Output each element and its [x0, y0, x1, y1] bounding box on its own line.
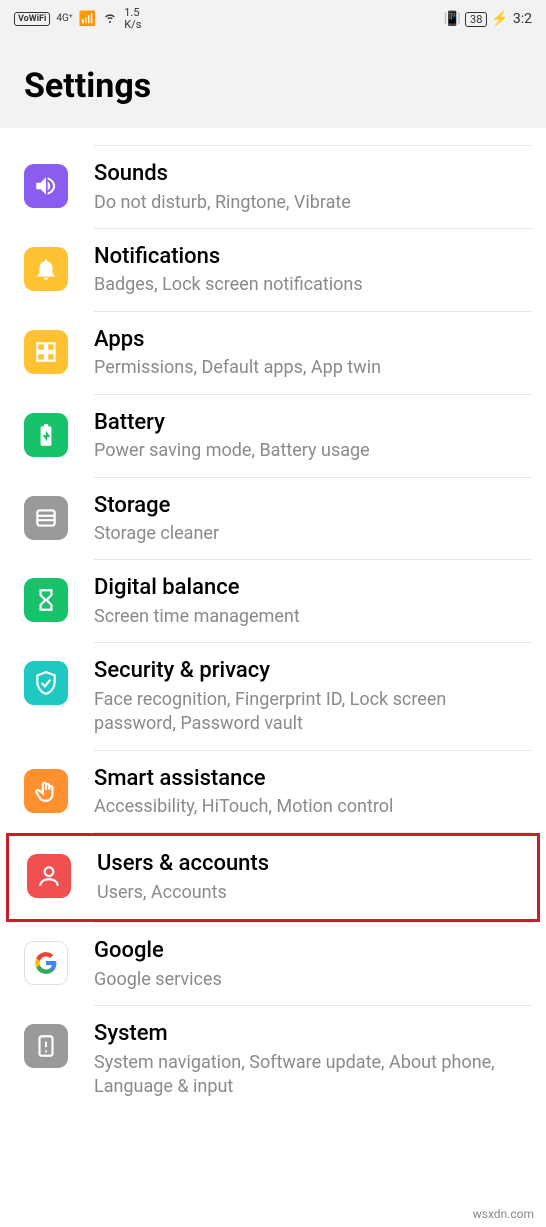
- apps-icon: [24, 330, 68, 374]
- settings-item-google[interactable]: Google Google services: [0, 923, 546, 1006]
- settings-item-digital-balance[interactable]: Digital balance Screen time management: [0, 560, 546, 643]
- clock: 3:2: [513, 11, 532, 27]
- status-bar: VoWiFi 4G⁺ 📶 1.5K/s 📳 38 ⚡ 3:2: [0, 0, 546, 38]
- item-subtitle: Face recognition, Fingerprint ID, Lock s…: [94, 688, 532, 737]
- google-icon: [24, 941, 68, 985]
- settings-item-users-accounts[interactable]: Users & accounts Users, Accounts: [9, 836, 537, 919]
- charging-icon: ⚡: [491, 11, 508, 27]
- network-indicator: 4G⁺: [56, 14, 72, 24]
- page-title: Settings: [24, 66, 522, 106]
- vibrate-icon: 📳: [444, 11, 461, 27]
- item-title: Notifications: [94, 243, 532, 272]
- item-title: Digital balance: [94, 574, 532, 603]
- item-title: Google: [94, 937, 532, 966]
- item-subtitle: Badges, Lock screen notifications: [94, 273, 532, 297]
- item-title: Apps: [94, 326, 532, 355]
- settings-item-smart-assistance[interactable]: Smart assistance Accessibility, HiTouch,…: [0, 751, 546, 834]
- watermark: wsxdn.com: [473, 1207, 534, 1221]
- partial-row-top: [94, 128, 532, 146]
- settings-item-notifications[interactable]: Notifications Badges, Lock screen notifi…: [0, 229, 546, 312]
- storage-icon: [24, 496, 68, 540]
- settings-item-apps[interactable]: Apps Permissions, Default apps, App twin: [0, 312, 546, 395]
- wifi-icon: [102, 9, 118, 29]
- settings-item-storage[interactable]: Storage Storage cleaner: [0, 478, 546, 561]
- hand-icon: [24, 769, 68, 813]
- sound-icon: [24, 164, 68, 208]
- item-title: Battery: [94, 409, 532, 438]
- settings-item-system[interactable]: System System navigation, Software updat…: [0, 1006, 546, 1113]
- shield-icon: [24, 661, 68, 705]
- highlight-box: Users & accounts Users, Accounts: [6, 833, 540, 922]
- settings-item-sounds[interactable]: Sounds Do not disturb, Ringtone, Vibrate: [0, 146, 546, 229]
- status-left: VoWiFi 4G⁺ 📶 1.5K/s: [14, 7, 141, 31]
- item-subtitle: Storage cleaner: [94, 522, 532, 546]
- item-title: Security & privacy: [94, 657, 532, 686]
- item-title: System: [94, 1020, 532, 1049]
- signal-icon: 📶: [79, 11, 96, 27]
- item-title: Sounds: [94, 160, 532, 189]
- item-subtitle: Do not disturb, Ringtone, Vibrate: [94, 191, 532, 215]
- settings-item-security[interactable]: Security & privacy Face recognition, Fin…: [0, 643, 546, 750]
- user-icon: [27, 854, 71, 898]
- hourglass-icon: [24, 578, 68, 622]
- item-subtitle: Screen time management: [94, 605, 532, 629]
- system-icon: [24, 1024, 68, 1068]
- item-subtitle: Accessibility, HiTouch, Motion control: [94, 795, 532, 819]
- settings-list: Sounds Do not disturb, Ringtone, Vibrate…: [0, 128, 546, 1113]
- item-title: Users & accounts: [97, 850, 523, 879]
- settings-item-battery[interactable]: Battery Power saving mode, Battery usage: [0, 395, 546, 478]
- battery-indicator: 38: [465, 12, 487, 27]
- status-right: 📳 38 ⚡ 3:2: [444, 11, 532, 27]
- bell-icon: [24, 247, 68, 291]
- item-subtitle: Google services: [94, 968, 532, 992]
- item-subtitle: System navigation, Software update, Abou…: [94, 1051, 532, 1100]
- item-title: Smart assistance: [94, 765, 532, 794]
- item-subtitle: Permissions, Default apps, App twin: [94, 356, 532, 380]
- item-subtitle: Users, Accounts: [97, 881, 523, 905]
- vowifi-indicator: VoWiFi: [14, 12, 50, 26]
- item-title: Storage: [94, 492, 532, 521]
- battery-icon: [24, 413, 68, 457]
- item-subtitle: Power saving mode, Battery usage: [94, 439, 532, 463]
- settings-header: Settings: [0, 38, 546, 128]
- data-speed: 1.5K/s: [124, 7, 141, 31]
